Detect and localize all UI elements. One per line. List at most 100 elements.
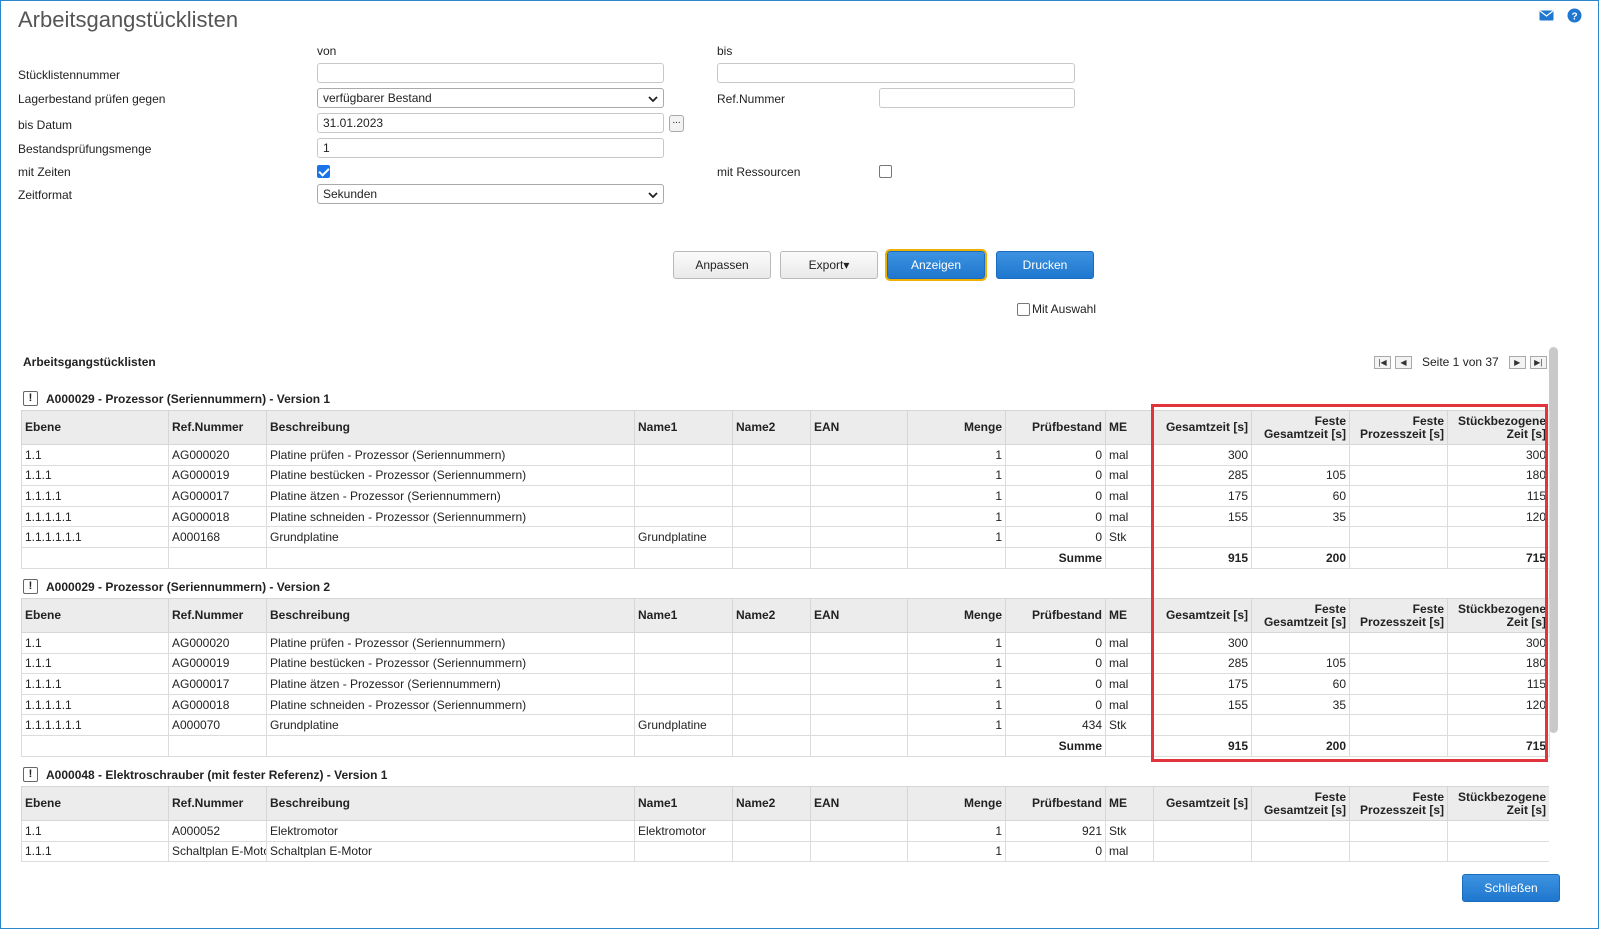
table-cell: Stk xyxy=(1105,526,1154,548)
export-button[interactable]: Export▾ xyxy=(780,251,878,279)
mail-icon[interactable] xyxy=(1538,7,1554,23)
col-header-me[interactable]: ME xyxy=(1105,598,1154,633)
table-cell: Platine schneiden - Prozessor (Seriennum… xyxy=(266,505,635,528)
table-cell: 1 xyxy=(907,820,1006,842)
scrollbar[interactable] xyxy=(1549,347,1558,733)
next-page-icon[interactable]: ▶ xyxy=(1508,355,1526,369)
group-title-text: A000048 - Elektroschrauber (mit fester R… xyxy=(46,767,388,782)
col-header-feste_gesamt[interactable]: Feste Gesamtzeit [s] xyxy=(1251,410,1350,445)
col-header-feste_prozess[interactable]: Feste Prozesszeit [s] xyxy=(1349,598,1448,633)
col-header-name2[interactable]: Name2 xyxy=(732,786,811,821)
warning-icon[interactable]: ! xyxy=(23,579,38,594)
prev-page-icon[interactable]: ◀ xyxy=(1395,355,1412,369)
col-header-gesamtzeit[interactable]: Gesamtzeit [s] xyxy=(1153,410,1252,445)
col-header-name1[interactable]: Name1 xyxy=(634,598,733,633)
col-header-gesamtzeit[interactable]: Gesamtzeit [s] xyxy=(1153,786,1252,821)
table-cell: 115 xyxy=(1447,485,1550,507)
col-header-name2[interactable]: Name2 xyxy=(732,410,811,445)
col-header-menge[interactable]: Menge xyxy=(907,410,1006,445)
col-header-ean[interactable]: EAN xyxy=(810,786,908,821)
col-header-feste_gesamt[interactable]: Feste Gesamtzeit [s] xyxy=(1251,786,1350,821)
help-icon[interactable]: ? xyxy=(1566,7,1582,23)
table-cell xyxy=(810,693,908,716)
table-row[interactable]: 1.1.1 Schaltplan E-Motor Schaltplan E-Moto… xyxy=(21,840,1549,863)
table-row[interactable]: 1.1 A000052 Elektromotor Elektromotor 1 921 St… xyxy=(21,820,1549,842)
col-header-feste_gesamt[interactable]: Feste Gesamtzeit [s] xyxy=(1251,598,1350,633)
col-header-stueck[interactable]: Stückbezogene Zeit [s] xyxy=(1447,598,1550,633)
table-cell: 60 xyxy=(1251,485,1350,507)
ressourcen-checkbox[interactable] xyxy=(879,165,892,178)
col-header-name1[interactable]: Name1 xyxy=(634,410,733,445)
table-row[interactable]: 1.1.1.1 AG000017 Platine ätzen - Prozessor… xyxy=(21,673,1550,695)
col-header-name1[interactable]: Name1 xyxy=(634,786,733,821)
warning-icon[interactable]: ! xyxy=(23,767,38,782)
sum-cell xyxy=(634,546,733,569)
table-cell: 0 xyxy=(1005,673,1106,695)
col-header-me[interactable]: ME xyxy=(1105,410,1154,445)
table-cell xyxy=(810,526,908,548)
col-header-ebene[interactable]: Ebene xyxy=(21,410,169,445)
table-cell: Stk xyxy=(1105,714,1154,736)
col-header-me[interactable]: ME xyxy=(1105,786,1154,821)
table-row[interactable]: 1.1 AG000020 Platine prüfen - Prozessor (S… xyxy=(21,444,1550,466)
table-cell xyxy=(810,505,908,528)
col-header-beschreibung[interactable]: Beschreibung xyxy=(266,786,635,821)
col-header-ean[interactable]: EAN xyxy=(810,598,908,633)
anzeigen-button[interactable]: Anzeigen xyxy=(885,249,987,281)
col-header-beschreibung[interactable]: Beschreibung xyxy=(266,598,635,633)
stueckliste-bis-input[interactable] xyxy=(717,63,1075,83)
warning-icon[interactable]: ! xyxy=(23,391,38,406)
col-header-pruefbestand[interactable]: Prüfbestand xyxy=(1005,410,1106,445)
table-row[interactable]: 1.1.1.1.1.1 A000070 Grundplatine Grundplati… xyxy=(21,714,1550,736)
zeiten-checkbox[interactable] xyxy=(317,165,330,178)
col-header-menge[interactable]: Menge xyxy=(907,598,1006,633)
drucken-button[interactable]: Drucken xyxy=(996,251,1094,279)
datum-input[interactable]: 31.01.2023 xyxy=(317,113,664,133)
col-header-feste_prozess[interactable]: Feste Prozesszeit [s] xyxy=(1349,410,1448,445)
col-header-menge[interactable]: Menge xyxy=(907,786,1006,821)
col-header-ebene[interactable]: Ebene xyxy=(21,598,169,633)
refnr-input[interactable] xyxy=(879,88,1075,108)
table-cell xyxy=(1251,526,1350,548)
table-row[interactable]: 1.1.1.1.1.1 A000168 Grundplatine Grundplati… xyxy=(21,526,1550,548)
table-cell xyxy=(732,714,811,736)
table-row[interactable]: 1.1.1.1.1 AG000018 Platine schneiden - Pro… xyxy=(21,505,1550,528)
col-header-refnr[interactable]: Ref.Nummer xyxy=(168,410,267,445)
table-cell xyxy=(1251,820,1350,842)
table-cell xyxy=(732,444,811,466)
menge-input[interactable]: 1 xyxy=(317,138,664,158)
stueckliste-von-input[interactable] xyxy=(317,63,664,83)
col-header-stueck[interactable]: Stückbezogene Zeit [s] xyxy=(1447,410,1550,445)
first-page-icon[interactable]: |◀ xyxy=(1374,355,1391,369)
lager-select[interactable]: verfügbarer Bestand xyxy=(317,88,664,108)
table-row[interactable]: 1.1.1.1.1 AG000018 Platine schneiden - Pro… xyxy=(21,693,1550,716)
col-header-refnr[interactable]: Ref.Nummer xyxy=(168,786,267,821)
col-header-pruefbestand[interactable]: Prüfbestand xyxy=(1005,786,1106,821)
date-picker-button[interactable]: ... xyxy=(669,115,684,132)
col-header-stueck[interactable]: Stückbezogene Zeit [s] xyxy=(1447,786,1549,821)
table-row[interactable]: 1.1.1.1 AG000017 Platine ätzen - Prozessor… xyxy=(21,485,1550,507)
table-cell: 1 xyxy=(907,652,1006,675)
anpassen-button[interactable]: Anpassen xyxy=(673,251,771,279)
table-row[interactable]: 1.1 AG000020 Platine prüfen - Prozessor (S… xyxy=(21,632,1550,654)
mit-auswahl-checkbox[interactable] xyxy=(1017,302,1030,316)
table-cell xyxy=(732,693,811,716)
table-cell: 1.1.1.1 xyxy=(21,673,169,695)
zeitformat-select[interactable]: Sekunden xyxy=(317,184,664,204)
table-row[interactable]: 1.1.1 AG000019 Platine bestücken - Prozess… xyxy=(21,464,1550,487)
datum-label: bis Datum xyxy=(18,118,73,132)
col-header-feste_prozess[interactable]: Feste Prozesszeit [s] xyxy=(1349,786,1448,821)
col-header-pruefbestand[interactable]: Prüfbestand xyxy=(1005,598,1106,633)
col-header-ean[interactable]: EAN xyxy=(810,410,908,445)
table-cell xyxy=(810,464,908,487)
col-header-ebene[interactable]: Ebene xyxy=(21,786,169,821)
col-header-beschreibung[interactable]: Beschreibung xyxy=(266,410,635,445)
schliessen-button[interactable]: Schließen xyxy=(1462,874,1560,902)
table-cell: 1 xyxy=(907,505,1006,528)
table-row[interactable]: 1.1.1 AG000019 Platine bestücken - Prozess… xyxy=(21,652,1550,675)
col-header-refnr[interactable]: Ref.Nummer xyxy=(168,598,267,633)
table-cell xyxy=(634,444,733,466)
last-page-icon[interactable]: ▶| xyxy=(1529,355,1547,369)
col-header-name2[interactable]: Name2 xyxy=(732,598,811,633)
col-header-gesamtzeit[interactable]: Gesamtzeit [s] xyxy=(1153,598,1252,633)
